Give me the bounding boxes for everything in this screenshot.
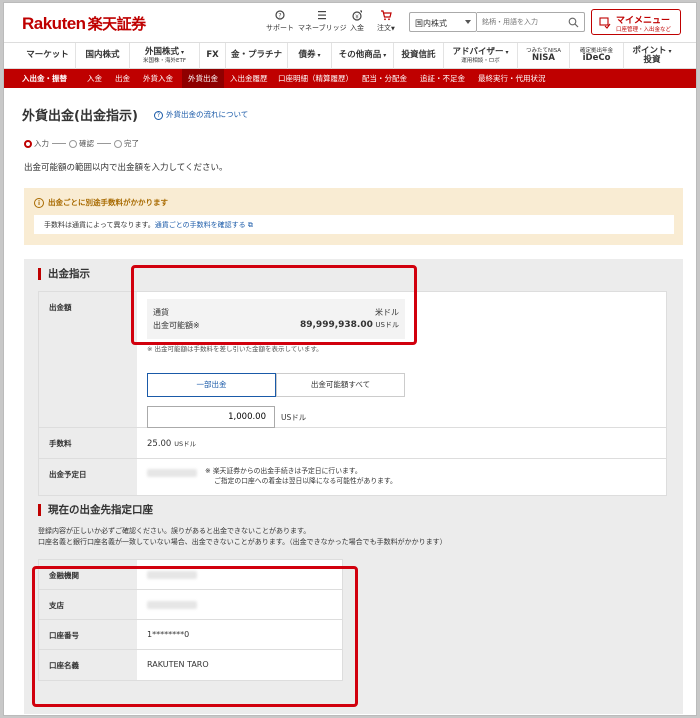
search-icon[interactable] bbox=[568, 17, 579, 28]
info-icon: i bbox=[34, 197, 44, 208]
support-icon: ? bbox=[275, 10, 285, 20]
date-cell: ※ 楽天証券からの出金手続きは予定日に行います。 ご指定の口座への着金は翌日以降… bbox=[137, 459, 666, 495]
nav-investment-trust[interactable]: 投資信託 bbox=[394, 43, 444, 69]
deposit-icon: ¥ bbox=[352, 10, 362, 21]
nav-advisor[interactable]: アドバイザー ▾ 運用相談・ロボ bbox=[444, 43, 518, 69]
amount-input-row: USドル bbox=[147, 406, 656, 428]
row-date: 出金予定日 ※ 楽天証券からの出金手続きは予定日に行います。 ご指定の口座への着… bbox=[39, 459, 666, 495]
nav-bonds[interactable]: 債券 ▾ bbox=[288, 43, 332, 69]
notice-heading: i 出金ごとに別途手数料がかかります bbox=[34, 197, 168, 208]
support-button[interactable]: ? サポート bbox=[266, 10, 294, 33]
search-box bbox=[477, 12, 585, 32]
svg-text:¥: ¥ bbox=[355, 14, 359, 20]
fee-label: 手数料 bbox=[39, 428, 137, 458]
deposit-button[interactable]: ¥ 入金 bbox=[350, 10, 364, 33]
money-bridge-icon bbox=[318, 11, 327, 20]
date-notes: ※ 楽天証券からの出金手続きは予定日に行います。 ご指定の口座への着金は翌日以降… bbox=[205, 467, 397, 485]
subnav-statement[interactable]: 口座明細（精算履歴） bbox=[278, 69, 353, 88]
subnav-history[interactable]: 入出金履歴 bbox=[230, 69, 268, 88]
browser-page: Rakuten 楽天証券 ? サポート マネーブリッジ ¥ 入金 注文▼ 国内株式… bbox=[3, 2, 697, 716]
page-title: 外貨出金(出金指示) bbox=[22, 109, 138, 124]
svg-text:?: ? bbox=[278, 13, 281, 20]
question-icon: ? bbox=[154, 111, 163, 120]
subnav-fx-deposit[interactable]: 外貨入金 bbox=[143, 69, 173, 88]
main-nav: マーケット 国内株式 外国株式 ▾ 米国株・海外ETF FX 金・プラチナ 債券 ▾ … bbox=[4, 43, 696, 69]
nav-gold-platinum[interactable]: 金・プラチナ bbox=[226, 43, 288, 69]
step-line bbox=[52, 143, 66, 144]
nav-fx[interactable]: FX bbox=[200, 43, 226, 69]
highlight-account-table bbox=[32, 566, 358, 707]
subnav-margin-call[interactable]: 追証・不足金 bbox=[420, 69, 465, 88]
account-notes: 登録内容が正しいか必ずご確認ください。誤りがあると出金できないことがあります。 … bbox=[38, 527, 447, 546]
amount-label: 出金額 bbox=[39, 292, 137, 427]
fee-cell: 25.00 USドル bbox=[137, 428, 666, 458]
money-bridge-button[interactable]: マネーブリッジ bbox=[298, 10, 347, 33]
rakuten-logo[interactable]: Rakuten 楽天証券 bbox=[22, 13, 146, 34]
subnav-deposit[interactable]: 入金 bbox=[87, 69, 102, 88]
nav-ideco[interactable]: 確定拠出年金 iDeCo bbox=[570, 43, 624, 69]
withdraw-type-toggle: 一部出金 出金可能額すべて bbox=[147, 373, 405, 397]
nav-nisa[interactable]: つみたてNISA NISA bbox=[518, 43, 570, 69]
lead-text: 出金可能額の範囲以内で出金額を入力してください。 bbox=[24, 163, 228, 173]
subnav-withdrawal[interactable]: 出金 bbox=[115, 69, 130, 88]
cart-icon bbox=[380, 10, 392, 21]
step-dot bbox=[114, 139, 122, 148]
chevron-down-icon bbox=[465, 20, 471, 24]
section-title-instruction: 出金指示 bbox=[38, 268, 90, 280]
row-fee: 手数料 25.00 USドル bbox=[39, 428, 666, 459]
fee-link[interactable]: 通貨ごとの手数料を確認する ⧉ bbox=[155, 221, 253, 229]
mymenu-icon bbox=[599, 17, 611, 29]
search-input[interactable] bbox=[482, 18, 562, 26]
chevron-down-icon: ▾ bbox=[317, 52, 321, 60]
order-button[interactable]: 注文▼ bbox=[377, 10, 395, 33]
notice-body: 手数料は通貨によって異なります。通貨ごとの手数料を確認する ⧉ bbox=[34, 215, 674, 234]
chevron-down-icon: ▾ bbox=[181, 49, 185, 57]
help-link[interactable]: ? 外貨出金の流れについて bbox=[154, 109, 248, 120]
chevron-down-icon: ▾ bbox=[668, 47, 672, 55]
chevron-down-icon: ▾ bbox=[383, 52, 387, 60]
redacted-date bbox=[147, 469, 197, 477]
amount-input[interactable] bbox=[147, 406, 275, 428]
mymenu-button[interactable]: マイメニュー 口座管理・入出金など bbox=[591, 9, 681, 35]
withdraw-all-button[interactable]: 出金可能額すべて bbox=[276, 373, 405, 397]
nav-other-products[interactable]: その他商品 ▾ bbox=[332, 43, 394, 69]
fee-notice: i 出金ごとに別途手数料がかかります 手数料は通貨によって異なります。通貨ごとの手… bbox=[24, 188, 683, 245]
section-title-account: 現在の出金先指定口座 bbox=[38, 504, 153, 516]
nav-market[interactable]: マーケット bbox=[20, 43, 76, 69]
subnav-fx-withdrawal[interactable]: 外貨出金 bbox=[182, 69, 224, 88]
external-link-icon: ⧉ bbox=[247, 221, 253, 229]
nav-domestic-stock[interactable]: 国内株式 bbox=[76, 43, 130, 69]
step-dot bbox=[69, 139, 77, 148]
nav-foreign-stock[interactable]: 外国株式 ▾ 米国株・海外ETF bbox=[130, 43, 200, 69]
chevron-down-icon: ▾ bbox=[505, 49, 509, 57]
date-label: 出金予定日 bbox=[39, 459, 137, 495]
subnav-transfer[interactable]: 入出金・振替 bbox=[22, 69, 67, 88]
sub-nav: 入出金・振替 入金 出金 外貨入金 外貨出金 入出金履歴 口座明細（精算履歴） … bbox=[4, 69, 696, 88]
step-dot-active bbox=[24, 139, 32, 148]
global-header: Rakuten 楽天証券 ? サポート マネーブリッジ ¥ 入金 注文▼ 国内株式… bbox=[4, 3, 696, 43]
subnav-execution-status[interactable]: 最終実行・代用状況 bbox=[478, 69, 546, 88]
subnav-dividends[interactable]: 配当・分配金 bbox=[362, 69, 407, 88]
product-segment-select[interactable]: 国内株式 bbox=[409, 12, 477, 32]
partial-withdraw-button[interactable]: 一部出金 bbox=[147, 373, 276, 397]
chevron-down-icon: ▼ bbox=[391, 26, 395, 32]
step-indicator: 入力 確認 完了 bbox=[24, 138, 139, 149]
nav-point-investment[interactable]: ポイント ▾ 投資 bbox=[624, 43, 680, 69]
step-line bbox=[97, 143, 111, 144]
highlight-amount-input bbox=[131, 265, 417, 345]
